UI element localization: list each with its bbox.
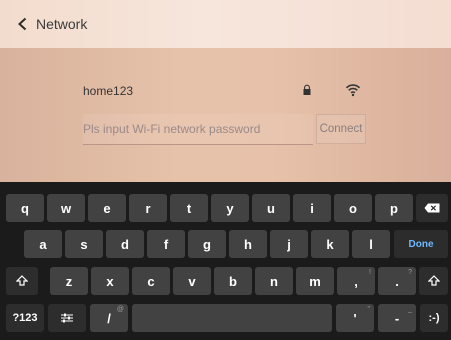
symbols-key[interactable]: ?123 — [6, 304, 44, 332]
key-k[interactable]: k — [311, 230, 349, 258]
key-i[interactable]: i — [293, 194, 331, 222]
key-b[interactable]: b — [214, 267, 252, 295]
top-bar: Network — [0, 0, 451, 48]
shift-icon — [427, 275, 440, 286]
backspace-key[interactable] — [416, 194, 448, 222]
key-t[interactable]: t — [170, 194, 208, 222]
key-slash[interactable]: / @ — [90, 304, 128, 332]
key-slash-hint: @ — [116, 306, 124, 313]
backspace-icon — [424, 203, 440, 213]
onscreen-keyboard: q w e r t y u i o p a s d f g h j k l Do… — [0, 182, 451, 340]
key-f[interactable]: f — [147, 230, 185, 258]
key-period[interactable]: . ? — [378, 267, 416, 295]
back-label[interactable]: Network — [36, 16, 87, 32]
key-r[interactable]: r — [129, 194, 167, 222]
key-o[interactable]: o — [334, 194, 372, 222]
shift-key-right[interactable] — [419, 267, 448, 295]
key-a[interactable]: a — [24, 230, 62, 258]
key-period-label: . — [395, 273, 399, 289]
connect-button[interactable]: Connect — [316, 114, 366, 144]
key-comma-hint: ! — [369, 269, 371, 276]
key-m[interactable]: m — [296, 267, 334, 295]
key-dash-label: - — [394, 310, 400, 326]
key-z[interactable]: z — [50, 267, 88, 295]
done-key[interactable]: Done — [394, 230, 448, 258]
key-apostrophe-label: ' — [353, 310, 357, 326]
key-apostrophe-hint: " — [367, 306, 371, 313]
key-h[interactable]: h — [229, 230, 267, 258]
key-apostrophe[interactable]: ' " — [336, 304, 374, 332]
network-panel: home123 Connect — [0, 48, 451, 182]
key-l[interactable]: l — [352, 230, 390, 258]
wifi-icon — [345, 84, 361, 97]
key-u[interactable]: u — [252, 194, 290, 222]
key-q[interactable]: q — [6, 194, 44, 222]
password-input[interactable] — [83, 114, 313, 145]
key-e[interactable]: e — [88, 194, 126, 222]
shift-icon — [16, 275, 28, 286]
key-x[interactable]: x — [91, 267, 129, 295]
key-w[interactable]: w — [47, 194, 85, 222]
key-dash[interactable]: - _ — [378, 304, 416, 332]
key-period-hint: ? — [408, 269, 412, 276]
network-ssid: home123 — [83, 84, 134, 98]
key-y[interactable]: y — [211, 194, 249, 222]
lock-icon — [303, 84, 311, 95]
key-s[interactable]: s — [65, 230, 103, 258]
key-v[interactable]: v — [173, 267, 211, 295]
shift-key-left[interactable] — [6, 267, 38, 295]
settings-key[interactable] — [48, 304, 86, 332]
key-j[interactable]: j — [270, 230, 308, 258]
settings-sliders-icon — [61, 313, 73, 323]
network-row[interactable]: home123 — [83, 84, 373, 106]
key-p[interactable]: p — [375, 194, 413, 222]
key-dash-hint: _ — [408, 306, 412, 313]
back-arrow-icon[interactable] — [16, 17, 30, 31]
space-key[interactable] — [132, 304, 332, 332]
key-comma[interactable]: , ! — [337, 267, 375, 295]
key-d[interactable]: d — [106, 230, 144, 258]
key-comma-label: , — [354, 273, 358, 289]
key-g[interactable]: g — [188, 230, 226, 258]
key-c[interactable]: c — [132, 267, 170, 295]
emoticon-key[interactable]: :-) — [420, 304, 448, 332]
key-n[interactable]: n — [255, 267, 293, 295]
key-slash-label: / — [107, 310, 111, 326]
